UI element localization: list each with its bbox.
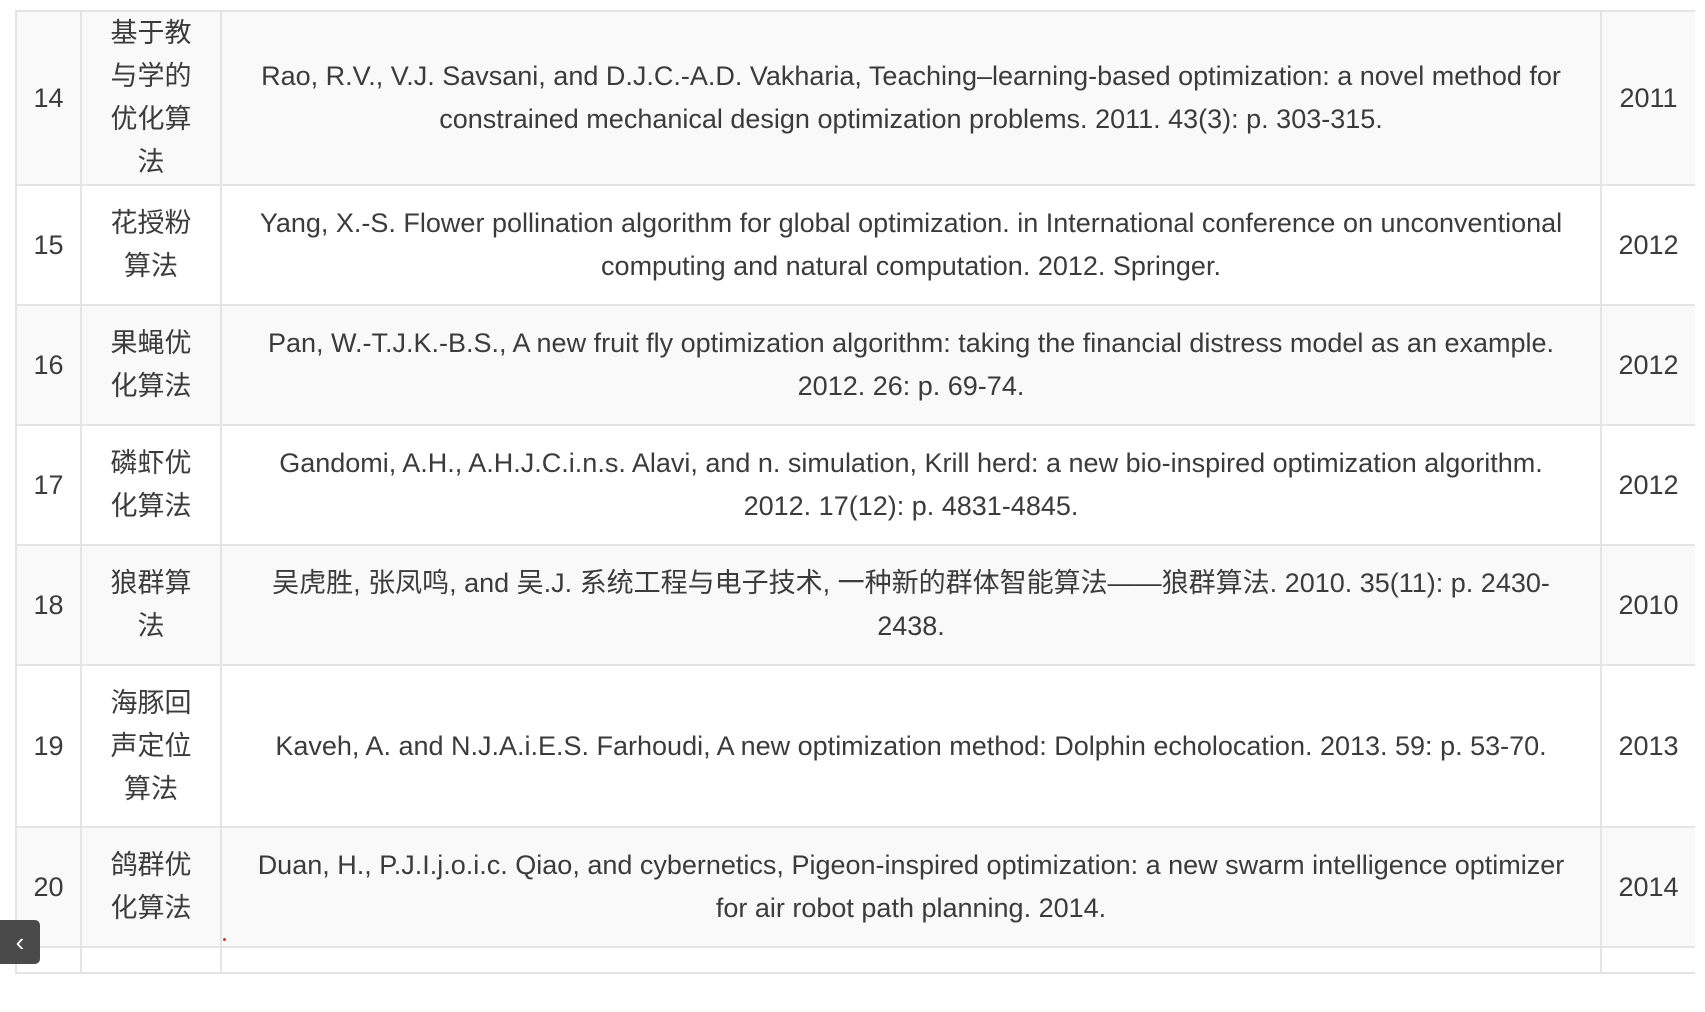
row-number-cell: 17 bbox=[15, 424, 82, 546]
year-cell: 2010 bbox=[1600, 544, 1695, 666]
reference-cell: Kaveh, A. and N.J.A.i.E.S. Farhoudi, A n… bbox=[220, 664, 1602, 828]
row-number-cell: 16 bbox=[15, 304, 82, 426]
row-number-cell: 15 bbox=[15, 184, 82, 306]
algorithm-name-cell: 花授粉算法 bbox=[80, 184, 222, 306]
year-cell: 2014 bbox=[1600, 826, 1695, 948]
reference-cell: Gandomi, A.H., A.H.J.C.i.n.s. Alavi, and… bbox=[220, 424, 1602, 546]
page: 14 基于教与学的优化算法 Rao, R.V., V.J. Savsani, a… bbox=[0, 0, 1705, 1012]
reference-cell bbox=[220, 946, 1602, 974]
chevron-left-icon: ‹ bbox=[15, 927, 25, 957]
row-number-cell: 14 bbox=[15, 10, 82, 186]
reference-table: 14 基于教与学的优化算法 Rao, R.V., V.J. Savsani, a… bbox=[15, 10, 1695, 974]
table-row-partial bbox=[15, 946, 1695, 974]
algorithm-name-cell: 果蝇优化算法 bbox=[80, 304, 222, 426]
reference-cell: 吴虎胜, 张凤鸣, and 吴.J. 系统工程与电子技术, 一种新的群体智能算法… bbox=[220, 544, 1602, 666]
cursor-dot bbox=[223, 938, 226, 941]
reference-cell: Duan, H., P.J.I.j.o.i.c. Qiao, and cyber… bbox=[220, 826, 1602, 948]
table-row: 16 果蝇优化算法 Pan, W.-T.J.K.-B.S., A new fru… bbox=[15, 304, 1695, 426]
year-cell: 2012 bbox=[1600, 424, 1695, 546]
year-cell: 2012 bbox=[1600, 304, 1695, 426]
table-row: 18 狼群算法 吴虎胜, 张凤鸣, and 吴.J. 系统工程与电子技术, 一种… bbox=[15, 544, 1695, 666]
algorithm-name-cell: 鸽群优化算法 bbox=[80, 826, 222, 948]
reference-table-body: 14 基于教与学的优化算法 Rao, R.V., V.J. Savsani, a… bbox=[15, 10, 1695, 974]
algorithm-name-cell: 磷虾优化算法 bbox=[80, 424, 222, 546]
back-button[interactable]: ‹ bbox=[0, 920, 40, 964]
year-cell: 2012 bbox=[1600, 184, 1695, 306]
table-row: 14 基于教与学的优化算法 Rao, R.V., V.J. Savsani, a… bbox=[15, 10, 1695, 186]
year-cell: 2013 bbox=[1600, 664, 1695, 828]
table-row: 19 海豚回声定位算法 Kaveh, A. and N.J.A.i.E.S. F… bbox=[15, 664, 1695, 828]
table-row: 17 磷虾优化算法 Gandomi, A.H., A.H.J.C.i.n.s. … bbox=[15, 424, 1695, 546]
reference-table-container: 14 基于教与学的优化算法 Rao, R.V., V.J. Savsani, a… bbox=[15, 10, 1695, 1000]
row-number-cell: 19 bbox=[15, 664, 82, 828]
table-row: 20 鸽群优化算法 Duan, H., P.J.I.j.o.i.c. Qiao,… bbox=[15, 826, 1695, 948]
algorithm-name-cell: 海豚回声定位算法 bbox=[80, 664, 222, 828]
reference-cell: Pan, W.-T.J.K.-B.S., A new fruit fly opt… bbox=[220, 304, 1602, 426]
year-cell bbox=[1600, 946, 1695, 974]
algorithm-name-cell: 基于教与学的优化算法 bbox=[80, 10, 222, 186]
algorithm-name-cell: 狼群算法 bbox=[80, 544, 222, 666]
year-cell: 2011 bbox=[1600, 10, 1695, 186]
reference-cell: Rao, R.V., V.J. Savsani, and D.J.C.-A.D.… bbox=[220, 10, 1602, 186]
reference-cell: Yang, X.-S. Flower pollination algorithm… bbox=[220, 184, 1602, 306]
algorithm-name-cell bbox=[80, 946, 222, 974]
row-number-cell: 18 bbox=[15, 544, 82, 666]
table-row: 15 花授粉算法 Yang, X.-S. Flower pollination … bbox=[15, 184, 1695, 306]
